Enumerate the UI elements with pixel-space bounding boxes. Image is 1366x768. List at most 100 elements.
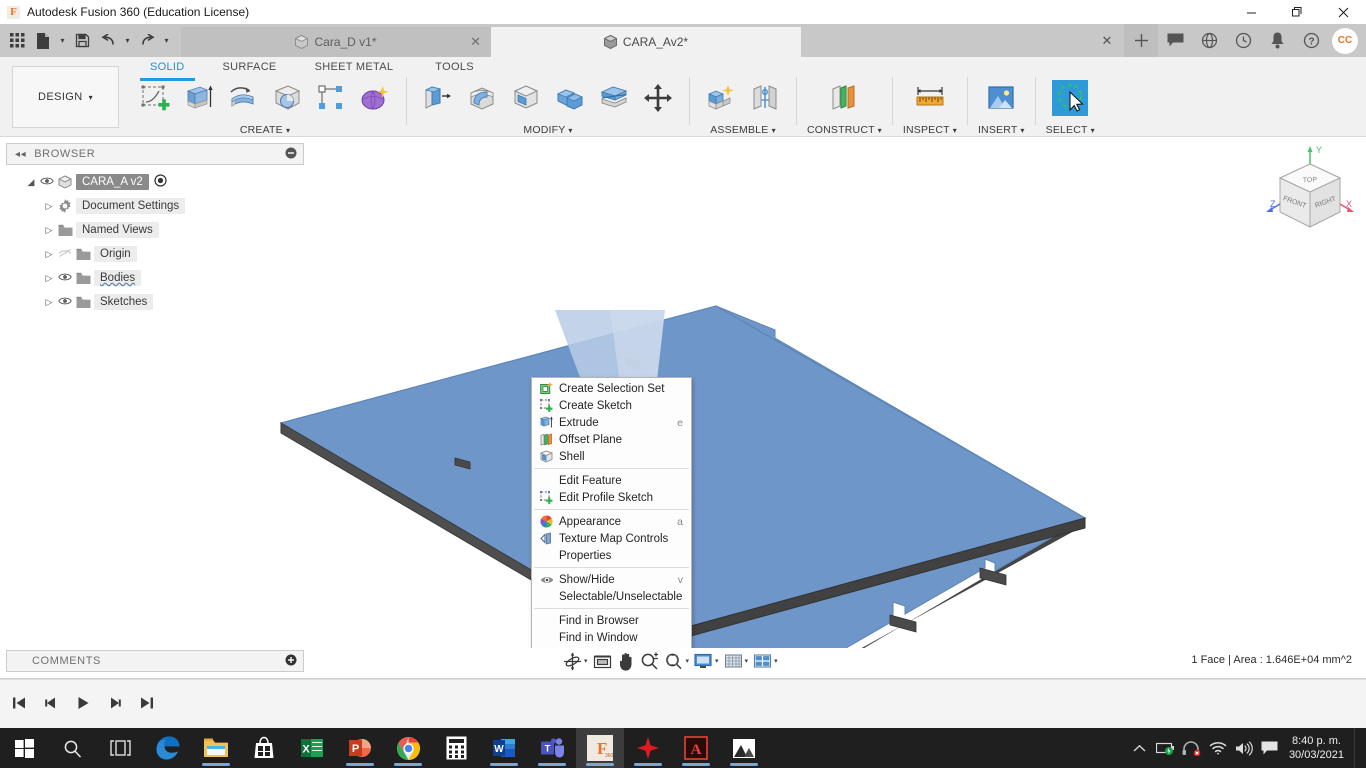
search-button[interactable]: [48, 728, 96, 768]
view-cube[interactable]: TOP FRONT RIGHT Y Z X: [1262, 142, 1358, 242]
joint-icon[interactable]: [744, 77, 786, 119]
activate-component-radio[interactable]: [153, 174, 169, 190]
expand-arrow-icon[interactable]: ▷: [42, 297, 56, 308]
tree-node-named-views[interactable]: ▷ Named Views: [6, 218, 304, 242]
ribbon-group-label[interactable]: INSERT ▾: [978, 124, 1025, 136]
comments-add-icon[interactable]: [285, 654, 297, 669]
undo-caret-icon[interactable]: ▾: [121, 27, 134, 55]
expand-arrow-icon[interactable]: ▷: [42, 225, 56, 236]
close-button[interactable]: [1320, 0, 1366, 24]
context-menu-item-appearance[interactable]: Appearance a: [532, 513, 691, 530]
user-avatar[interactable]: CC: [1332, 27, 1358, 54]
ribbon-group-label[interactable]: MODIFY ▾: [523, 124, 572, 136]
powerpoint-app[interactable]: P: [336, 728, 384, 768]
ribbon-group-label[interactable]: CONSTRUCT ▾: [807, 124, 882, 136]
context-menu-item-texture-map-controls[interactable]: Texture Map Controls: [532, 530, 691, 547]
tray-expand-chevron-icon[interactable]: [1127, 728, 1153, 768]
context-menu-item-create-sketch[interactable]: Create Sketch: [532, 397, 691, 414]
wifi-icon[interactable]: [1205, 728, 1231, 768]
press-pull-icon[interactable]: [417, 77, 459, 119]
photos-app[interactable]: [720, 728, 768, 768]
measure-icon[interactable]: [909, 77, 951, 119]
context-menu-item-edit-profile-sketch[interactable]: Edit Profile Sketch: [532, 489, 691, 506]
context-menu-item-shell[interactable]: Shell: [532, 448, 691, 465]
timeline-skip-start-button[interactable]: [8, 692, 30, 714]
context-menu-item-find-in-browser[interactable]: Find in Browser: [532, 612, 691, 629]
task-view-button[interactable]: [96, 728, 144, 768]
form-icon[interactable]: [354, 77, 396, 119]
word-app[interactable]: W: [480, 728, 528, 768]
chrome-app[interactable]: [384, 728, 432, 768]
pan-hand-tool[interactable]: [615, 650, 637, 672]
microsoft-store-app[interactable]: [240, 728, 288, 768]
tree-node-document-settings[interactable]: ▷ Document Settings: [6, 194, 304, 218]
start-button[interactable]: [0, 728, 48, 768]
context-menu-item-offset-plane[interactable]: Offset Plane: [532, 431, 691, 448]
undo-icon[interactable]: [95, 27, 121, 55]
show-desktop-button[interactable]: [1354, 728, 1360, 768]
context-menu-item-show-hide[interactable]: Show/Hide v: [532, 571, 691, 588]
offset-plane-icon[interactable]: [823, 77, 865, 119]
display-settings-tool[interactable]: ▾: [692, 650, 721, 672]
fusion360-app[interactable]: F 360: [576, 728, 624, 768]
extrude-icon[interactable]: [178, 77, 220, 119]
viewports-tool[interactable]: ▾: [751, 650, 780, 672]
ribbon-group-label[interactable]: INSPECT ▾: [903, 124, 957, 136]
tree-node-sketches[interactable]: ▷ Sketches: [6, 290, 304, 314]
sweep-icon[interactable]: [266, 77, 308, 119]
context-menu-item-selectable-unselectable[interactable]: Selectable/Unselectable: [532, 588, 691, 605]
grid-snaps-tool[interactable]: ▾: [722, 650, 751, 672]
redo-caret-icon[interactable]: ▾: [160, 27, 173, 55]
tree-node-origin[interactable]: ▷ Origin: [6, 242, 304, 266]
context-menu-scroll-arrow[interactable]: ▾: [609, 646, 614, 648]
visibility-eye-icon[interactable]: [56, 296, 74, 309]
expand-arrow-icon[interactable]: ▷: [42, 273, 56, 284]
split-face-icon[interactable]: [593, 77, 635, 119]
context-menu-item-edit-feature[interactable]: Edit Feature: [532, 472, 691, 489]
taskbar-clock[interactable]: 8:40 p. m. 30/03/2021: [1283, 734, 1354, 762]
file-explorer-app[interactable]: [192, 728, 240, 768]
orbit-tool[interactable]: ▾: [561, 650, 590, 672]
globe-icon[interactable]: [1192, 24, 1226, 57]
edge-app[interactable]: [144, 728, 192, 768]
context-menu-item-find-in-window[interactable]: Find in Window: [532, 629, 691, 646]
ribbon-group-label[interactable]: SELECT ▾: [1046, 124, 1095, 136]
tree-node-bodies[interactable]: ▷ Bodies: [6, 266, 304, 290]
fit-window-tool[interactable]: ▾: [662, 650, 692, 672]
calculator-app[interactable]: [432, 728, 480, 768]
document-tab-cara-a[interactable]: CARA_Av2*: [491, 27, 801, 57]
action-center-icon[interactable]: [1257, 728, 1283, 768]
volume-icon[interactable]: [1231, 728, 1257, 768]
timeline-step-forward-button[interactable]: [104, 692, 126, 714]
browser-minimize-icon[interactable]: [285, 147, 297, 162]
timeline-skip-end-button[interactable]: [136, 692, 158, 714]
tree-node-cara-a[interactable]: ◢ CARA_A v2: [6, 170, 304, 194]
new-tab-button[interactable]: [1124, 24, 1158, 57]
visibility-eye-icon[interactable]: [56, 272, 74, 285]
expand-arrow-icon[interactable]: ▷: [42, 249, 56, 260]
bell-icon[interactable]: [1260, 24, 1294, 57]
acrobat-app[interactable]: A: [672, 728, 720, 768]
timeline-play-button[interactable]: [72, 692, 94, 714]
active-tab-close-icon[interactable]: ✕: [1090, 24, 1124, 57]
new-document-icon[interactable]: [30, 27, 56, 55]
context-menu-item-properties[interactable]: Properties: [532, 547, 691, 564]
move-copy-icon[interactable]: [637, 77, 679, 119]
redo-icon[interactable]: [134, 27, 160, 55]
minimize-button[interactable]: [1228, 0, 1274, 24]
zoom-tool[interactable]: [638, 650, 661, 672]
visibility-eye-off-icon[interactable]: [56, 248, 74, 261]
insert-image-icon[interactable]: [980, 77, 1022, 119]
document-tab-close-icon[interactable]: ✕: [470, 34, 481, 50]
pattern-icon[interactable]: [310, 77, 352, 119]
maximize-button[interactable]: [1274, 0, 1320, 24]
inventor-app[interactable]: [624, 728, 672, 768]
new-component-icon[interactable]: [700, 77, 742, 119]
expand-arrow-icon[interactable]: ◢: [24, 177, 38, 188]
app-grid-icon[interactable]: [4, 27, 30, 55]
timeline-step-back-button[interactable]: [40, 692, 62, 714]
browser-collapse-icon[interactable]: ◂◂: [15, 149, 26, 160]
clock-icon[interactable]: [1226, 24, 1260, 57]
teams-app[interactable]: T: [528, 728, 576, 768]
revolve-icon[interactable]: [222, 77, 264, 119]
